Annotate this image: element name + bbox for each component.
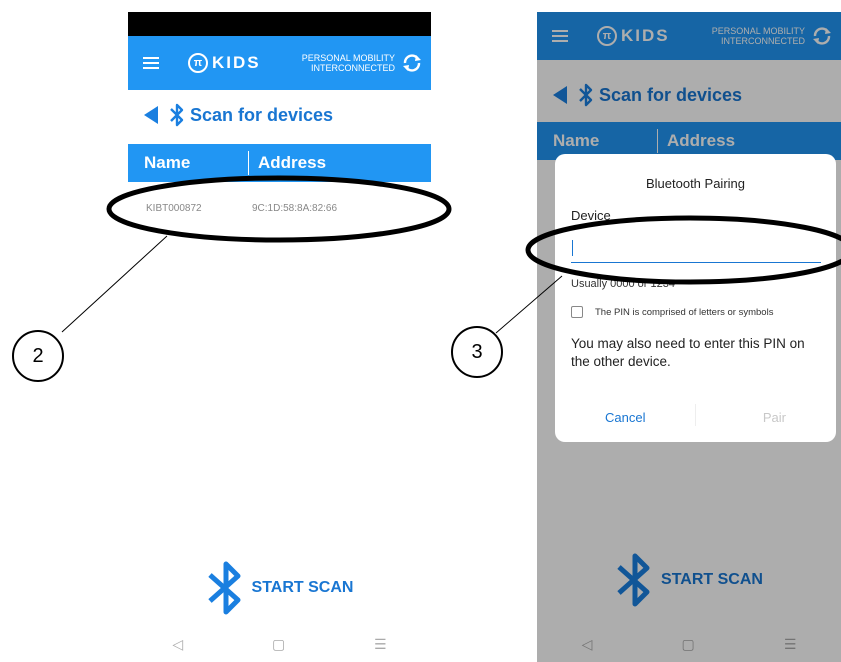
status-bar [128,12,431,36]
phone-screen-device-list: π KIDS PERSONAL MOBILITY INTERCONNECTED … [128,12,431,662]
cancel-button[interactable]: Cancel [605,410,645,425]
phone-screen-pairing: π KIDS PERSONAL MOBILITY INTERCONNECTED … [537,12,841,662]
logo-icon: π [188,53,208,73]
start-scan-label: START SCAN [251,579,354,596]
device-list-item[interactable]: KIBT000872 9C:1D:58:8A:82:66 [128,196,431,220]
tagline-line2: INTERCONNECTED [310,63,395,73]
screen-header: Scan for devices [128,92,431,138]
text-caret [572,240,573,256]
menu-icon[interactable] [143,57,159,69]
pin-hint: Usually 0000 or 1234 [571,278,675,290]
pin-letters-checkbox[interactable] [571,306,583,318]
column-header-name: Name [144,153,191,172]
button-divider [695,404,696,426]
alphanumeric-pin-option[interactable]: The PIN is comprised of letters or symbo… [571,306,773,318]
back-arrow-icon[interactable] [144,106,158,124]
callout-number-3: 3 [451,326,503,378]
bluetooth-icon [170,103,184,127]
device-table-header: Name Address [128,144,431,182]
checkbox-label: The PIN is comprised of letters or symbo… [595,306,774,318]
system-nav-bar: ◁ ▢ ☰ [128,626,431,662]
device-address: 9C:1D:58:8A:82:66 [252,202,338,214]
app-logo: π KIDS [188,53,261,73]
nav-recents-icon[interactable]: ☰ [374,636,387,653]
sync-icon[interactable] [401,52,423,74]
column-header-address: Address [258,153,327,172]
nav-home-icon[interactable]: ▢ [272,636,285,653]
tagline-line1: PERSONAL MOBILITY [301,53,395,63]
device-label: Device [571,208,611,223]
tagline: PERSONAL MOBILITY INTERCONNECTED [302,53,395,73]
start-scan-button[interactable]: START SCAN [128,560,431,616]
bluetooth-pairing-dialog: Bluetooth Pairing Device Usually 0000 or… [555,154,836,442]
screen-title: Scan for devices [190,104,334,125]
dialog-title: Bluetooth Pairing [645,176,745,191]
bluetooth-icon [207,561,241,615]
nav-back-icon[interactable]: ◁ [172,636,183,653]
device-name: KIBT000872 [146,202,202,214]
callout-number-2: 2 [12,330,64,382]
column-divider [248,151,249,175]
dialog-message: You may also need to enter this PIN on t… [571,336,805,369]
pair-button[interactable]: Pair [763,410,786,425]
app-bar: π KIDS PERSONAL MOBILITY INTERCONNECTED [128,36,431,90]
logo-text: KIDS [212,53,261,72]
pin-input[interactable] [571,234,821,263]
